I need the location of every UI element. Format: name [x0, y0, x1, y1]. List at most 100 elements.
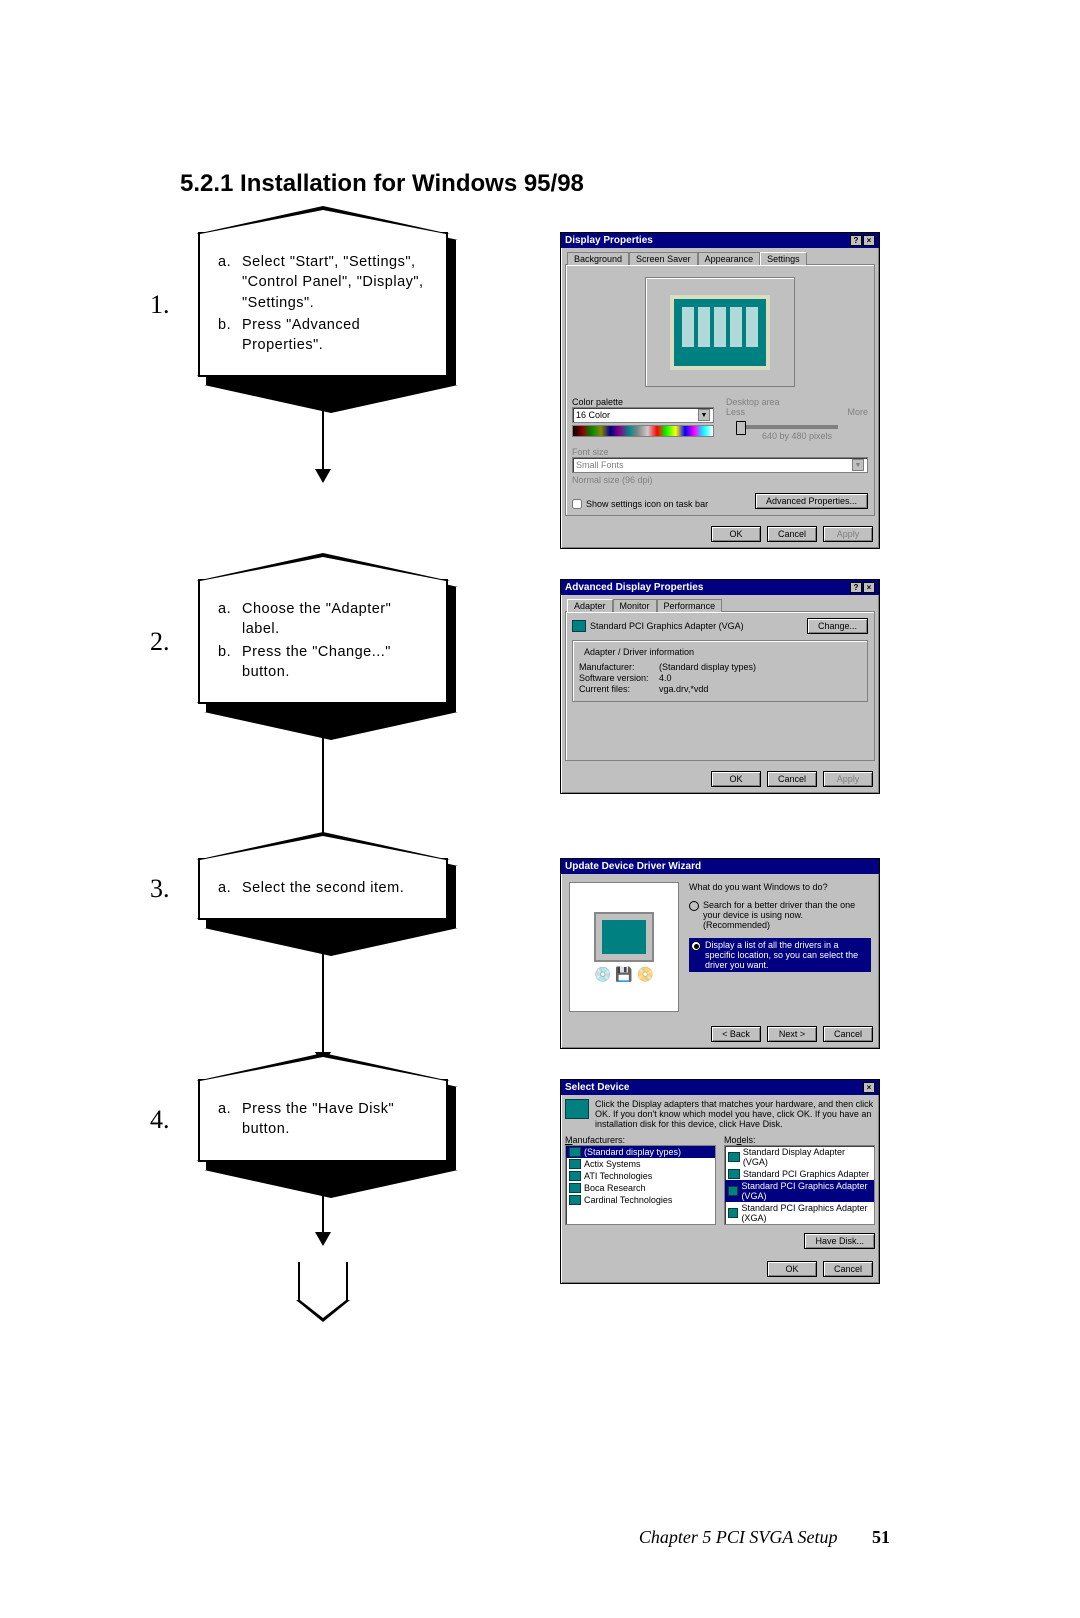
change-button[interactable]: Change... — [807, 618, 868, 634]
dlg2-window-controls[interactable]: ?× — [850, 582, 875, 593]
list-item[interactable]: Standard Display Adapter (VGA) — [725, 1146, 874, 1168]
color-palette-label: Color palette — [572, 397, 714, 407]
arrow-4-end — [322, 1196, 324, 1244]
wizard-option-list[interactable]: Display a list of all the drivers in a s… — [689, 938, 871, 972]
list-item[interactable]: Standard PCI Graphics Adapter (VGA) — [725, 1180, 874, 1202]
palette-swatch — [572, 425, 714, 437]
monitor-preview — [645, 277, 795, 387]
list-item[interactable]: Super VGA — [725, 1224, 874, 1225]
wizard-prompt: What do you want Windows to do? — [689, 882, 871, 892]
font-size-label: Font size — [572, 447, 868, 457]
device-icon — [565, 1099, 589, 1119]
list-item[interactable]: (Standard display types) — [566, 1146, 715, 1158]
tab-background[interactable]: Background — [567, 252, 629, 265]
manufacturers-list[interactable]: (Standard display types) Actix Systems A… — [565, 1145, 716, 1225]
list-item[interactable]: Standard PCI Graphics Adapter — [725, 1168, 874, 1180]
dlg1-ok-button[interactable]: OK — [711, 526, 761, 542]
models-list[interactable]: Standard Display Adapter (VGA) Standard … — [724, 1145, 875, 1225]
step-2a-text: Choose the "Adapter" label. — [242, 599, 428, 640]
arrow-1-2 — [322, 411, 324, 481]
tab-appearance[interactable]: Appearance — [698, 252, 761, 265]
footer-chapter: Chapter 5 PCI SVGA Setup — [639, 1527, 838, 1547]
dlg2-apply-button[interactable]: Apply — [823, 771, 873, 787]
advanced-display-properties-dialog: Advanced Display Properties ?× Adapter M… — [560, 579, 880, 794]
adapter-name: Standard PCI Graphics Adapter (VGA) — [590, 621, 744, 631]
step-3a-text: Select the second item. — [242, 878, 404, 898]
adapter-icon — [572, 620, 586, 632]
tab-settings[interactable]: Settings — [760, 252, 807, 265]
step-1a-label: a. — [218, 252, 236, 313]
dlg1-window-controls[interactable]: ?× — [850, 235, 875, 246]
list-item[interactable]: Boca Research — [566, 1182, 715, 1194]
step-2b-label: b. — [218, 642, 236, 683]
adapter-info-group-label: Adapter / Driver information — [581, 647, 697, 657]
swver-label: Software version: — [579, 673, 659, 683]
tab-screensaver[interactable]: Screen Saver — [629, 252, 698, 265]
display-properties-dialog: Display Properties ?× Background Screen … — [560, 232, 880, 549]
wizard-back-button[interactable]: < Back — [711, 1026, 761, 1042]
list-item[interactable]: Standard PCI Graphics Adapter (XGA) — [725, 1202, 874, 1224]
dlg2-title: Advanced Display Properties — [565, 582, 703, 593]
select-device-dialog: Select Device × Click the Display adapte… — [560, 1079, 880, 1284]
step-4-number: 4. — [150, 1105, 170, 1135]
dlg4-title: Select Device — [565, 1082, 630, 1093]
dlg2-ok-button[interactable]: OK — [711, 771, 761, 787]
step-2-box: 2. a.Choose the "Adapter" label. b.Press… — [180, 579, 500, 704]
wizard-illustration: 💿 💾 📀 — [569, 882, 679, 1012]
footer-page-number: 51 — [872, 1527, 890, 1547]
curfiles-value: vga.drv,*vdd — [659, 684, 708, 694]
desktop-area-label: Desktop area — [726, 397, 868, 407]
dlg1-cancel-button[interactable]: Cancel — [767, 526, 817, 542]
step-4a-text: Press the "Have Disk" button. — [242, 1099, 428, 1140]
dlg4-cancel-button[interactable]: Cancel — [823, 1261, 873, 1277]
section-heading: 5.2.1 Installation for Windows 95/98 — [180, 170, 900, 198]
step-4a-label: a. — [218, 1099, 236, 1140]
dlg1-title: Display Properties — [565, 235, 653, 246]
manufacturers-label: Manufacturers: — [565, 1135, 716, 1145]
step-1a-text: Select "Start", "Settings", "Control Pan… — [242, 252, 428, 313]
step-1b-label: b. — [218, 315, 236, 356]
dlg4-window-controls[interactable]: × — [863, 1082, 875, 1093]
advanced-properties-button[interactable]: Advanced Properties... — [755, 493, 868, 509]
dlg1-apply-button[interactable]: Apply — [823, 526, 873, 542]
font-size-dropdown: Small Fonts▼ — [572, 457, 868, 473]
step-2a-label: a. — [218, 599, 236, 640]
flow-terminator — [298, 1262, 348, 1302]
list-item[interactable]: ATI Technologies — [566, 1170, 715, 1182]
step-3-box: 3. a.Select the second item. — [180, 858, 500, 920]
have-disk-button[interactable]: Have Disk... — [804, 1233, 875, 1249]
tab-adapter[interactable]: Adapter — [567, 599, 613, 612]
select-device-intro: Click the Display adapters that matches … — [595, 1099, 875, 1129]
curfiles-label: Current files: — [579, 684, 659, 694]
wizard-cancel-button[interactable]: Cancel — [823, 1026, 873, 1042]
tab-performance[interactable]: Performance — [657, 599, 723, 612]
list-item[interactable]: Cardinal Technologies — [566, 1194, 715, 1206]
wizard-option-search[interactable]: Search for a better driver than the one … — [689, 900, 871, 930]
step-4-box: 4. a.Press the "Have Disk" button. — [180, 1079, 500, 1162]
step-1b-text: Press "Advanced Properties". — [242, 315, 428, 356]
step-1-number: 1. — [150, 290, 170, 320]
tab-monitor[interactable]: Monitor — [613, 599, 657, 612]
dlg2-cancel-button[interactable]: Cancel — [767, 771, 817, 787]
step-2-number: 2. — [150, 627, 170, 657]
step-3a-label: a. — [218, 878, 236, 898]
step-2b-text: Press the "Change..." button. — [242, 642, 428, 683]
show-icon-checkbox[interactable]: Show settings icon on task bar — [572, 499, 708, 509]
resolution-slider[interactable] — [736, 425, 838, 429]
color-palette-dropdown[interactable]: 16 Color▼ — [572, 407, 714, 423]
dlg4-ok-button[interactable]: OK — [767, 1261, 817, 1277]
page-footer: Chapter 5 PCI SVGA Setup 51 — [0, 1527, 1080, 1548]
step-1-box: 1. a.Select "Start", "Settings", "Contro… — [180, 232, 500, 377]
dlg3-title: Update Device Driver Wizard — [565, 861, 701, 872]
resolution-value: 640 by 480 pixels — [726, 431, 868, 441]
mfg-value: (Standard display types) — [659, 662, 756, 672]
list-item[interactable]: Actix Systems — [566, 1158, 715, 1170]
arrow-3-4 — [322, 954, 324, 1064]
mfg-label: Manufacturer: — [579, 662, 659, 672]
font-dpi-note: Normal size (96 dpi) — [572, 475, 868, 485]
step-3-number: 3. — [150, 874, 170, 904]
wizard-next-button[interactable]: Next > — [767, 1026, 817, 1042]
models-label: Models: — [724, 1135, 875, 1145]
swver-value: 4.0 — [659, 673, 672, 683]
update-driver-wizard-dialog: Update Device Driver Wizard 💿 💾 📀 What d… — [560, 858, 880, 1049]
